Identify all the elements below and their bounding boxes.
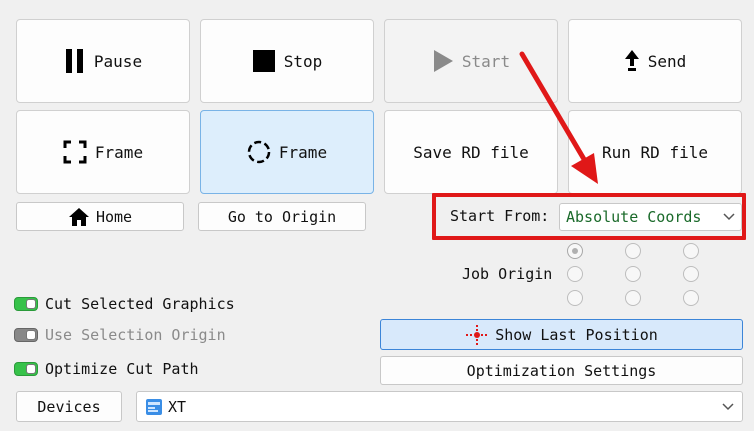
- job-origin-radio-top-center[interactable]: [625, 243, 641, 259]
- optimization-settings-button[interactable]: Optimization Settings: [380, 356, 743, 385]
- frame-circle-button[interactable]: Frame: [200, 110, 374, 194]
- send-label: Send: [647, 51, 687, 71]
- optimize-cut-path-label: Optimize Cut Path: [45, 360, 199, 378]
- show-last-position-label: Show Last Position: [495, 325, 658, 344]
- frame-square-label: Frame: [94, 142, 144, 162]
- device-name: XT: [168, 397, 187, 416]
- go-to-origin-button[interactable]: Go to Origin: [198, 202, 366, 231]
- run-rd-file-label: Run RD file: [602, 142, 708, 162]
- pause-button[interactable]: Pause: [16, 19, 190, 103]
- job-origin-radio-middle-right[interactable]: [683, 266, 699, 282]
- home-label: Home: [95, 207, 133, 226]
- use-selection-origin-label: Use Selection Origin: [45, 326, 226, 344]
- go-to-origin-label: Go to Origin: [227, 207, 337, 226]
- device-icon: [145, 398, 163, 416]
- frame-circle-label: Frame: [278, 142, 328, 162]
- home-button[interactable]: Home: [16, 202, 184, 231]
- device-select[interactable]: XT: [136, 391, 743, 422]
- chevron-down-icon: [722, 402, 734, 412]
- upload-arrow-icon: [624, 49, 640, 73]
- stop-label: Stop: [283, 51, 323, 71]
- job-origin-radio-top-left[interactable]: [567, 243, 583, 259]
- home-icon: [68, 207, 90, 227]
- pause-label: Pause: [93, 51, 143, 71]
- cut-selected-graphics-label: Cut Selected Graphics: [45, 295, 235, 313]
- job-origin-label: Job Origin: [462, 265, 553, 283]
- pause-icon: [64, 48, 86, 74]
- job-origin-radio-bottom-right[interactable]: [683, 290, 699, 306]
- start-label: Start: [461, 51, 511, 71]
- cut-selected-graphics-toggle[interactable]: [14, 297, 38, 311]
- devices-button[interactable]: Devices: [16, 391, 122, 422]
- annotation-arrow: [519, 51, 598, 184]
- frame-square-icon: [63, 140, 87, 164]
- crosshair-icon: [465, 324, 489, 346]
- play-icon: [432, 49, 454, 73]
- devices-label: Devices: [37, 397, 101, 416]
- optimize-cut-path-toggle[interactable]: [14, 362, 38, 376]
- highlight-box: [432, 193, 746, 240]
- job-origin-radio-top-right[interactable]: [683, 243, 699, 259]
- job-origin-radio-center[interactable]: [625, 266, 641, 282]
- stop-icon: [252, 49, 276, 73]
- job-origin-radio-bottom-center[interactable]: [625, 290, 641, 306]
- frame-square-button[interactable]: Frame: [16, 110, 190, 194]
- show-last-position-button[interactable]: Show Last Position: [380, 319, 743, 350]
- optimization-settings-label: Optimization Settings: [466, 361, 657, 380]
- use-selection-origin-toggle[interactable]: [14, 328, 38, 342]
- job-origin-radio-middle-left[interactable]: [567, 266, 583, 282]
- frame-circle-icon: [247, 140, 271, 164]
- job-origin-radio-bottom-left[interactable]: [567, 290, 583, 306]
- stop-button[interactable]: Stop: [200, 19, 374, 103]
